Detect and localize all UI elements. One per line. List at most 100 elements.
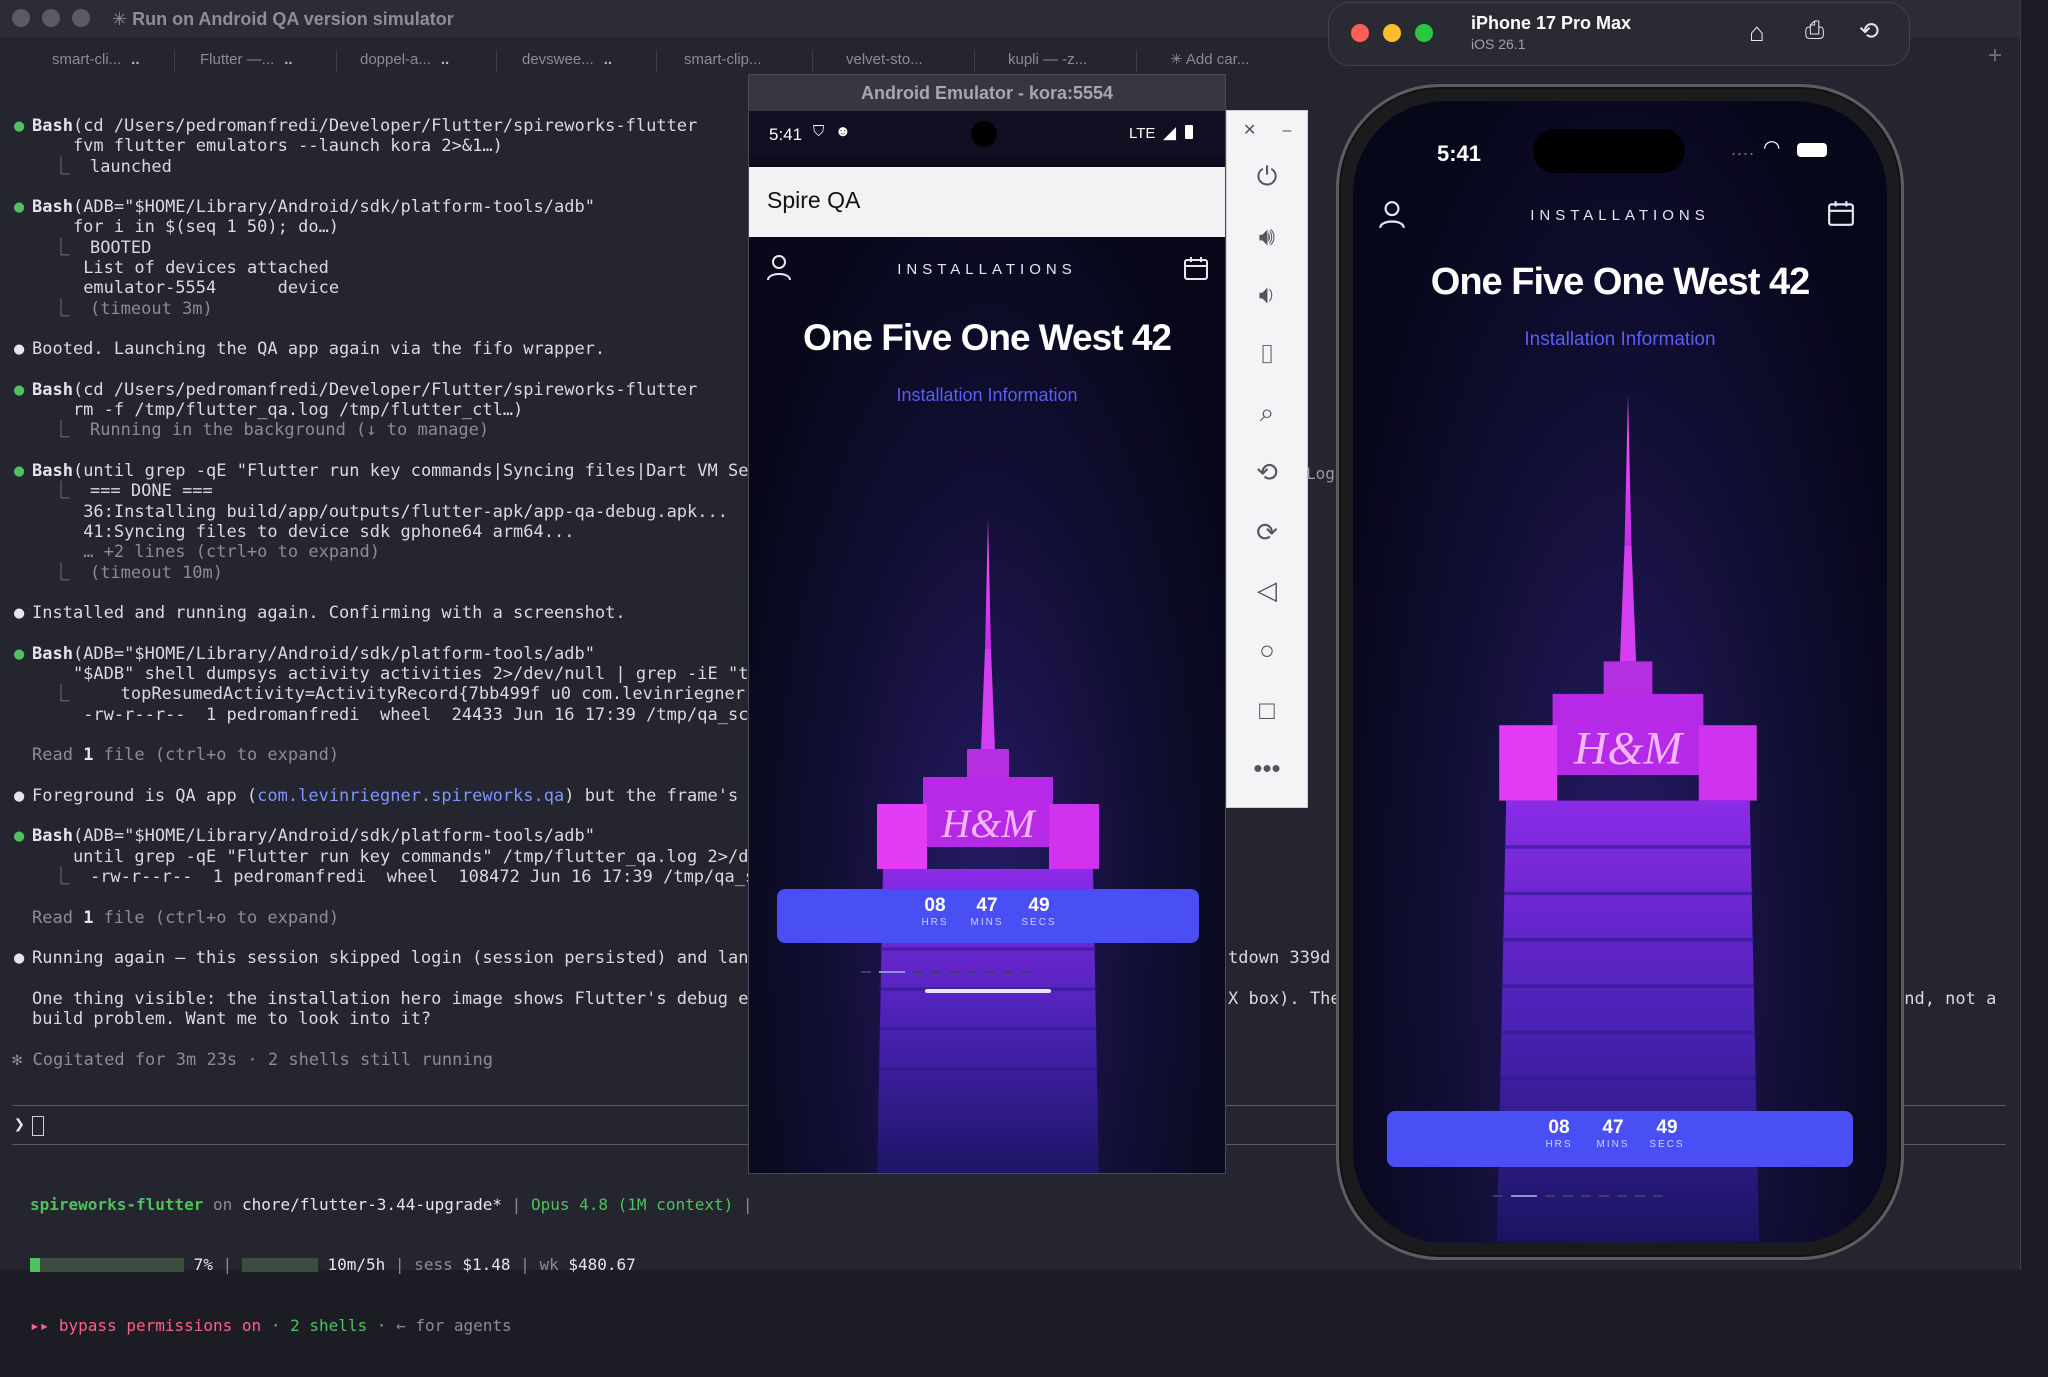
timer-seconds: 49 SECS bbox=[1009, 895, 1069, 928]
status-shells: · 2 shells · bbox=[270, 1316, 387, 1336]
rotate-right-icon[interactable]: ⟳ bbox=[1227, 507, 1307, 557]
tab-label: Flutter —... bbox=[200, 51, 275, 68]
installation-info-link[interactable]: Installation Information bbox=[1353, 329, 1887, 351]
status-sess-cost: $1.48 bbox=[462, 1255, 511, 1275]
minimize-window-button[interactable] bbox=[42, 9, 60, 27]
tab-more: .. bbox=[284, 51, 293, 68]
home-icon[interactable]: ⌂ bbox=[1749, 17, 1765, 48]
timer-seconds: 49 SECS bbox=[1637, 1117, 1697, 1150]
tab-add-car[interactable]: ✳ Add car... bbox=[1170, 42, 1249, 78]
tab-label: ✳ Add car... bbox=[1170, 51, 1250, 68]
installations-header: INSTALLATIONS bbox=[897, 261, 1077, 278]
page-dot[interactable] bbox=[1545, 1195, 1555, 1197]
tab-devsweep[interactable]: devswee..... bbox=[522, 42, 612, 78]
tab-label: velvet-sto... bbox=[846, 51, 923, 68]
tab-smart-cli[interactable]: smart-cli..... bbox=[52, 42, 140, 78]
tab-label: doppel-a... bbox=[360, 51, 431, 68]
tab-label: smart-cli... bbox=[52, 51, 122, 68]
page-dot[interactable] bbox=[861, 971, 871, 973]
status-project: spireworks-flutter bbox=[30, 1194, 204, 1214]
rotate-icon[interactable]: ⟲ bbox=[1859, 17, 1879, 46]
ios-status-time: 5:41 bbox=[1437, 141, 1482, 166]
timer-seconds-label: SECS bbox=[1021, 917, 1057, 928]
page-dot[interactable] bbox=[1653, 1195, 1663, 1197]
battery-icon bbox=[1797, 143, 1827, 157]
page-dot[interactable] bbox=[931, 971, 941, 973]
more-options-icon[interactable]: ••• bbox=[1227, 743, 1307, 793]
camera-icon[interactable]: ⌷ bbox=[1227, 329, 1307, 379]
tab-label: smart-clip... bbox=[684, 51, 762, 68]
android-emulator-titlebar[interactable]: Android Emulator - kora:5554 bbox=[749, 75, 1225, 111]
page-dot[interactable] bbox=[967, 971, 977, 973]
tab-velvet[interactable]: velvet-sto... bbox=[846, 42, 923, 78]
timer-minutes: 47 MINS bbox=[957, 895, 1017, 928]
page-dot[interactable] bbox=[1493, 1195, 1503, 1197]
signal-icon: ◢ bbox=[1163, 123, 1177, 142]
timer-hours-value: 08 bbox=[1548, 1117, 1570, 1138]
page-dot[interactable] bbox=[949, 971, 959, 973]
android-network-label: LTE bbox=[1129, 125, 1156, 142]
installation-title: One Five One West 42 bbox=[1430, 261, 1810, 303]
zoom-window-button[interactable] bbox=[1415, 24, 1433, 42]
page-dot-active[interactable] bbox=[1511, 1195, 1537, 1197]
page-indicator bbox=[861, 971, 1121, 973]
tab-divider bbox=[174, 50, 175, 72]
page-dot[interactable] bbox=[1635, 1195, 1645, 1197]
new-tab-button[interactable]: + bbox=[1988, 42, 2002, 70]
back-icon[interactable]: ◁ bbox=[1227, 565, 1307, 615]
face-icon: ☻ bbox=[835, 123, 851, 140]
page-dot[interactable] bbox=[1617, 1195, 1627, 1197]
timer-seconds-value: 49 bbox=[1656, 1117, 1678, 1138]
page-dot[interactable] bbox=[1563, 1195, 1573, 1197]
tab-flutter[interactable]: Flutter —..... bbox=[200, 42, 293, 78]
page-dot[interactable] bbox=[1599, 1195, 1609, 1197]
device-os: iOS 26.1 bbox=[1471, 36, 1526, 52]
tab-divider bbox=[656, 50, 657, 72]
volume-down-icon[interactable]: 🔉︎ bbox=[1227, 269, 1307, 319]
page-dot[interactable] bbox=[1021, 971, 1031, 973]
android-emulator-window: Android Emulator - kora:5554 5:41 ⛉ ☻ LT… bbox=[748, 74, 1226, 1174]
page-dot[interactable] bbox=[913, 971, 923, 973]
minimize-icon[interactable]: – bbox=[1267, 111, 1307, 151]
screenshot-icon[interactable]: ⎙ bbox=[1805, 17, 1824, 45]
close-window-button[interactable] bbox=[12, 9, 30, 27]
rotate-left-icon[interactable]: ⟲ bbox=[1227, 447, 1307, 497]
tab-more: .. bbox=[440, 51, 450, 68]
status-time: 10m/5h bbox=[327, 1255, 386, 1275]
tab-label: devswee... bbox=[522, 51, 594, 68]
calendar-icon[interactable] bbox=[1827, 199, 1855, 227]
power-icon[interactable]: ⏻ bbox=[1227, 151, 1307, 201]
terminal-line-fragment: X box). The bbox=[1228, 988, 1341, 1009]
timer-minutes-value: 47 bbox=[976, 895, 998, 916]
terminal-log-fragment: Log bbox=[1306, 464, 1335, 483]
page-dot[interactable] bbox=[1581, 1195, 1591, 1197]
status-bypass: ▸▸ bypass permissions on bbox=[30, 1316, 262, 1336]
page-dot[interactable] bbox=[985, 971, 995, 973]
zoom-window-button[interactable] bbox=[72, 9, 90, 27]
volume-up-icon[interactable]: 🔊︎ bbox=[1227, 211, 1307, 261]
installation-info-link[interactable]: Installation Information bbox=[749, 385, 1225, 406]
shield-icon: ⛉ bbox=[813, 123, 825, 140]
status-line: spireworks-flutter on chore/flutter-3.44… bbox=[30, 1194, 753, 1336]
tab-doppel[interactable]: doppel-a..... bbox=[360, 42, 449, 78]
calendar-icon[interactable] bbox=[1183, 255, 1209, 281]
status-context-percent: 7% bbox=[193, 1255, 213, 1275]
gesture-bar[interactable] bbox=[925, 989, 1051, 993]
wifi-icon: ◠ bbox=[1763, 137, 1781, 159]
page-dot-active[interactable] bbox=[879, 971, 905, 973]
context-usage-bar bbox=[30, 1258, 184, 1273]
timer-hours-label: HRS bbox=[1545, 1139, 1573, 1150]
status-branch: chore/flutter-3.44-upgrade* bbox=[241, 1194, 503, 1214]
minimize-window-button[interactable] bbox=[1383, 24, 1401, 42]
terminal-line-fragment: tdown 339d ( bbox=[1228, 948, 1351, 969]
page-dot[interactable] bbox=[1003, 971, 1013, 973]
home-icon[interactable]: ○ bbox=[1227, 625, 1307, 675]
timer-minutes: 47 MINS bbox=[1583, 1117, 1643, 1150]
zoom-icon[interactable]: ⌕ bbox=[1227, 387, 1307, 437]
installation-title: One Five One West 42 bbox=[803, 317, 1172, 358]
overview-icon[interactable]: □ bbox=[1227, 685, 1307, 735]
tab-divider bbox=[974, 50, 975, 72]
tab-kupli[interactable]: kupli — -z... bbox=[1008, 42, 1087, 78]
close-window-button[interactable] bbox=[1351, 24, 1369, 42]
tab-smart-clip[interactable]: smart-clip... bbox=[684, 42, 762, 78]
